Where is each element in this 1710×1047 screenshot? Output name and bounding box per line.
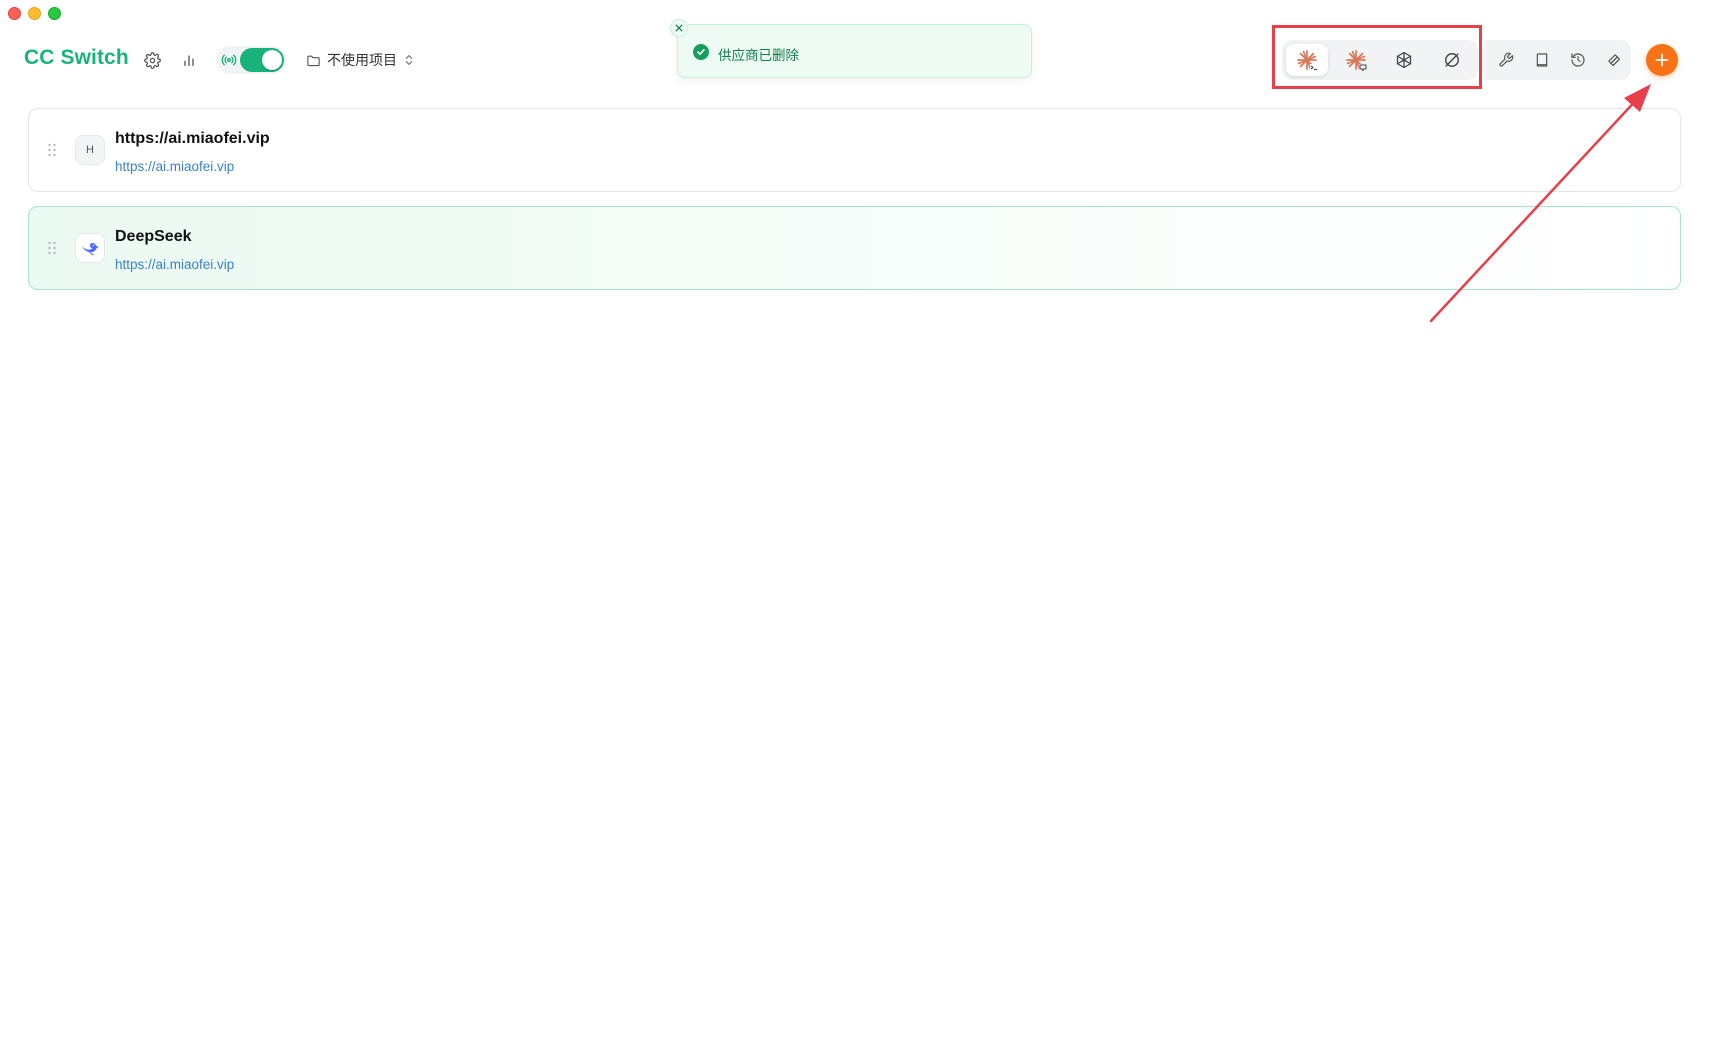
provider-avatar — [75, 233, 105, 263]
window-controls — [8, 7, 61, 20]
gear-icon — [143, 51, 161, 69]
bar-chart-icon — [184, 55, 194, 66]
drag-handle-icon[interactable] — [47, 241, 57, 255]
toast-close-button[interactable] — [670, 19, 688, 37]
provider-url-link[interactable]: https://ai.miaofei.vip — [115, 159, 234, 174]
close-icon — [675, 24, 683, 32]
history-button[interactable] — [1566, 48, 1590, 72]
close-window-button[interactable] — [8, 7, 21, 20]
usage-stats-button[interactable] — [179, 50, 199, 70]
broadcast-icon — [221, 52, 237, 73]
book-icon — [1536, 53, 1548, 67]
provider-name: DeepSeek — [115, 228, 192, 245]
skills-button[interactable] — [1602, 48, 1626, 72]
wrench-icon — [1499, 52, 1514, 67]
toggle-knob — [262, 50, 282, 70]
drag-handle-icon[interactable] — [47, 143, 57, 157]
plus-icon — [1655, 53, 1669, 67]
toast-message: 供应商已删除 — [718, 48, 799, 63]
chevron-updown-icon — [405, 54, 413, 66]
deepseek-whale-icon — [81, 243, 99, 256]
provider-url-link[interactable]: https://ai.miaofei.vip — [115, 257, 234, 272]
proxy-toggle-switch[interactable] — [240, 48, 284, 72]
folder-icon — [307, 55, 320, 66]
provider-card-active[interactable]: DeepSeek https://ai.miaofei.vip — [28, 206, 1681, 290]
provider-name: https://ai.miaofei.vip — [115, 130, 270, 147]
add-provider-button[interactable] — [1646, 44, 1678, 76]
app-window: CC Switch 不使用项目 供应商已删除 H https://ai.miao… — [0, 0, 1710, 1047]
provider-card[interactable]: H https://ai.miaofei.vip https://ai.miao… — [28, 108, 1681, 192]
app-title: CC Switch — [24, 46, 129, 69]
success-toast: 供应商已删除 — [670, 19, 1032, 78]
docs-button[interactable] — [1530, 48, 1554, 72]
history-icon — [1571, 53, 1585, 67]
minimize-window-button[interactable] — [28, 7, 41, 20]
check-circle-icon — [693, 44, 709, 60]
proxy-toggle-group — [216, 46, 286, 74]
annotation-highlight-box — [1272, 25, 1482, 89]
layers-icon — [1607, 53, 1620, 66]
project-selector[interactable]: 不使用项目 — [306, 49, 415, 71]
zoom-window-button[interactable] — [48, 7, 61, 20]
tool-bar — [1484, 40, 1631, 80]
project-selector-label: 不使用项目 — [327, 52, 397, 68]
tools-button[interactable] — [1494, 48, 1518, 72]
settings-button[interactable] — [142, 50, 162, 70]
provider-avatar: H — [75, 135, 105, 165]
